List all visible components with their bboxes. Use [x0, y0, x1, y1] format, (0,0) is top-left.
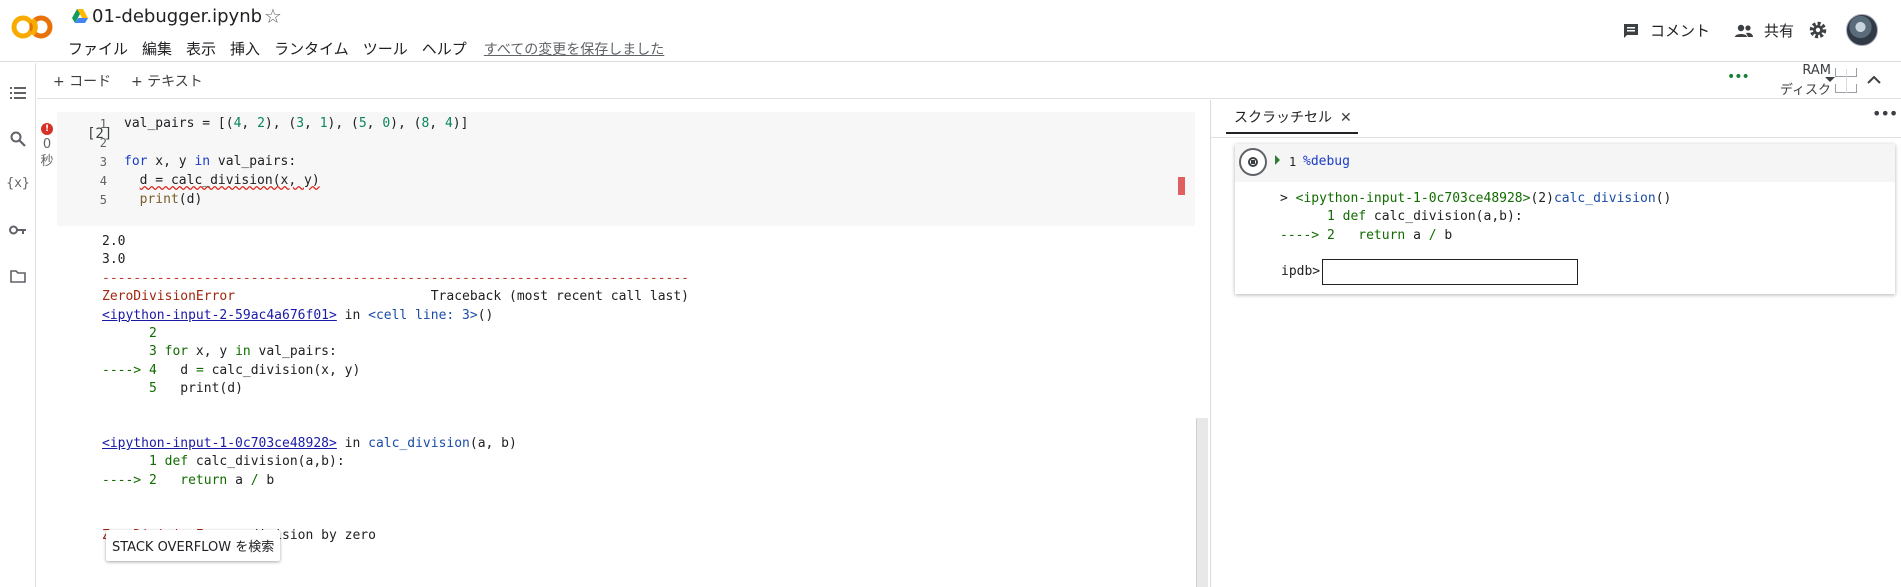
header: 01-debugger.ipynb ☆ ファイル 編集 表示 挿入 ランタイム …: [0, 0, 1901, 62]
tab-scratch-cell[interactable]: スクラッチセル ✕: [1226, 104, 1358, 134]
menu-runtime[interactable]: ランタイム: [274, 38, 349, 59]
ipython-input-2-link[interactable]: <ipython-input-2-59ac4a676f01>: [102, 308, 337, 323]
share-button[interactable]: 共有: [1734, 20, 1794, 41]
ipdb-prompt: ipdb>: [1281, 264, 1321, 279]
execution-time-value: 0: [42, 137, 52, 152]
saved-status-link[interactable]: すべての変更を保存しました: [484, 39, 664, 59]
notebook-main: ! 0 秒 [2] 1 2 3 4 5 val_pairs = [(4, 2),…: [37, 100, 1210, 587]
colab-logo[interactable]: [10, 12, 54, 42]
search-icon[interactable]: [8, 129, 28, 149]
resources-indicator[interactable]: ••• RAM ディスク: [1727, 63, 1857, 99]
comment-label: コメント: [1650, 22, 1711, 40]
code-cell[interactable]: [2] 1 2 3 4 5 val_pairs = [(4, 2), (3, 1…: [57, 112, 1195, 226]
left-sidebar: {x}: [0, 63, 36, 587]
google-drive-icon[interactable]: [72, 9, 88, 23]
folder-icon[interactable]: [8, 266, 28, 286]
menu-insert[interactable]: 挿入: [230, 38, 260, 59]
scratch-code[interactable]: %debug: [1303, 154, 1350, 169]
stop-execution-button[interactable]: [1239, 148, 1267, 176]
cell-output: 2.0 3.0 ----------------------------------…: [102, 233, 689, 545]
scratch-input-row[interactable]: 1 %debug: [1235, 144, 1895, 182]
scratch-header-divider: [1211, 137, 1901, 138]
people-icon: [1735, 24, 1753, 37]
error-badge-icon: !: [41, 123, 53, 135]
traceback-frame-2: <ipython-input-1-0c703ce48928> in calc_d…: [102, 436, 517, 452]
code-line-3[interactable]: for x, y in val_pairs:: [124, 154, 296, 169]
avatar[interactable]: [1846, 14, 1878, 46]
traceback-code: 2 3 for x, y in val_pairs: ----> 4 d = c…: [102, 326, 361, 397]
error-line-marker: [1178, 177, 1185, 195]
key-icon[interactable]: [8, 220, 28, 240]
code-line-4[interactable]: d = calc_division(x, y): [124, 173, 320, 188]
panel-divider[interactable]: [1210, 100, 1211, 587]
scratch-code-cell[interactable]: 1 %debug > <ipython-input-1-0c703ce48928…: [1235, 144, 1895, 294]
notebook-title[interactable]: 01-debugger.ipynb: [92, 6, 262, 27]
line-number: 5: [99, 193, 107, 207]
scratch-output: > <ipython-input-1-0c703ce48928>(2)calc_…: [1280, 190, 1671, 245]
code-line-5[interactable]: print(d): [124, 192, 203, 207]
notebook-toolbar: + コード + テキスト ••• RAM ディスク: [37, 63, 1901, 99]
add-text-button[interactable]: + テキスト: [131, 71, 203, 91]
scratch-line-number: 1: [1289, 155, 1297, 169]
table-of-contents-icon[interactable]: [8, 83, 28, 103]
comment-button[interactable]: コメント: [1622, 20, 1710, 41]
close-icon[interactable]: ✕: [1340, 110, 1352, 126]
disk-label: ディスク: [1779, 83, 1831, 98]
cell-caret-icon: [1275, 155, 1280, 165]
traceback-divider: ----------------------------------------…: [102, 270, 689, 286]
traceback-header: ZeroDivisionError Traceback (most recent…: [102, 289, 690, 305]
menu-file[interactable]: ファイル: [68, 38, 128, 59]
menu-help[interactable]: ヘルプ: [422, 38, 467, 59]
search-stack-overflow-button[interactable]: STACK OVERFLOW を検索: [106, 530, 281, 561]
traceback-frame-1: <ipython-input-2-59ac4a676f01> in <cell …: [102, 307, 494, 323]
star-icon[interactable]: ☆: [264, 4, 282, 28]
menu-bar: ファイル 編集 表示 挿入 ランタイム ツール ヘルプ すべての変更を保存しまし…: [68, 38, 664, 59]
ram-label: RAM: [1802, 63, 1831, 78]
ipython-input-1-link[interactable]: <ipython-input-1-0c703ce48928>: [102, 436, 337, 451]
gear-icon[interactable]: [1808, 20, 1828, 40]
resources-dropdown-icon[interactable]: [1825, 77, 1835, 82]
debugger-code: 1 def calc_division(a,b): ----> 2 return…: [1280, 209, 1523, 243]
toolbar-divider: [1846, 69, 1847, 93]
debugger-location: > <ipython-input-1-0c703ce48928>(2)calc_…: [1280, 191, 1672, 206]
menu-edit[interactable]: 編集: [142, 38, 172, 59]
menu-tools[interactable]: ツール: [363, 38, 408, 59]
line-number: 1: [99, 117, 107, 131]
line-number: 2: [99, 136, 107, 150]
line-number: 4: [99, 174, 107, 188]
line-number: 3: [99, 155, 107, 169]
scratch-tab-label: スクラッチセル: [1234, 110, 1332, 126]
stop-icon: [1248, 157, 1258, 167]
traceback-code-2: 1 def calc_division(a,b): ----> 2 return…: [102, 454, 345, 488]
execution-time: 0 秒: [39, 136, 55, 170]
more-options-icon[interactable]: •••: [1872, 104, 1898, 123]
connected-dots-icon: •••: [1727, 69, 1750, 85]
variables-icon[interactable]: {x}: [6, 173, 29, 193]
code-line-1[interactable]: val_pairs = [(4, 2), (3, 1), (5, 0), (8,…: [124, 116, 468, 131]
comment-icon: [1624, 23, 1638, 38]
output-line: 3.0: [102, 252, 126, 268]
add-code-button[interactable]: + コード: [53, 71, 111, 91]
notebook-scrollbar[interactable]: [1196, 418, 1208, 587]
output-line: 2.0: [102, 234, 126, 249]
collapse-chevron-icon[interactable]: [1867, 75, 1881, 84]
share-label: 共有: [1764, 22, 1795, 40]
menu-view[interactable]: 表示: [186, 38, 216, 59]
execution-time-unit: 秒: [40, 154, 54, 169]
ipdb-input[interactable]: [1322, 259, 1578, 285]
